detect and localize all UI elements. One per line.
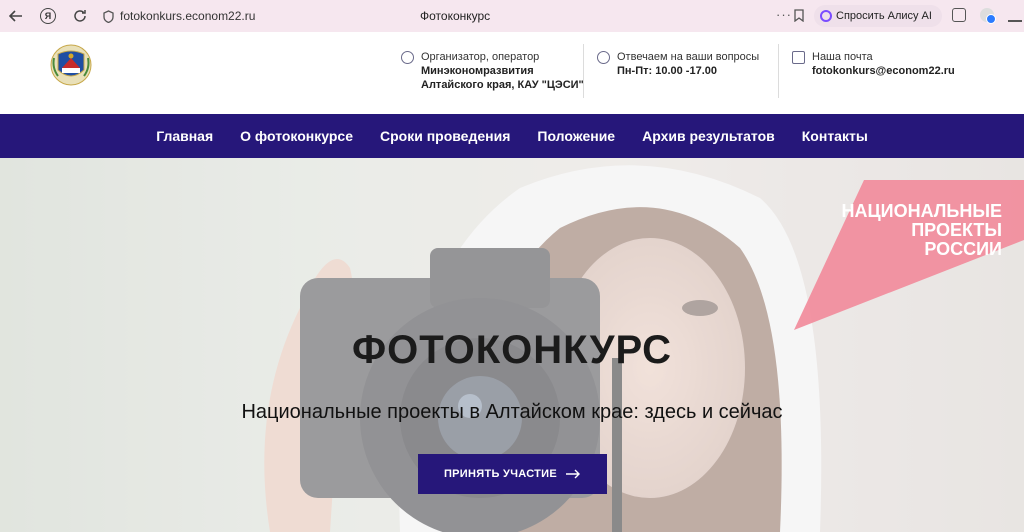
profile-icon[interactable] [980, 8, 996, 24]
nav-item-about[interactable]: О фотоконкурсе [240, 128, 353, 144]
hero-title: ФОТОКОНКУРС [351, 328, 673, 372]
arrow-right-icon [566, 469, 581, 479]
badge-line-3: РОССИИ [924, 239, 1002, 259]
back-button[interactable] [2, 4, 30, 28]
yandex-icon: Я [40, 8, 56, 24]
organizer-line1: Минэкономразвития [421, 65, 534, 77]
clock-icon [597, 51, 610, 64]
mail-title: Наша почта [812, 51, 873, 63]
participate-button[interactable]: ПРИНЯТЬ УЧАСТИЕ [418, 454, 607, 494]
organizer-info: Организатор, оператор Минэкономразвития … [401, 50, 584, 92]
organizer-line2: Алтайского края, КАУ "ЦЭСИ" [421, 79, 584, 91]
nav-item-dates[interactable]: Сроки проведения [380, 128, 510, 144]
more-icon[interactable]: ··· [776, 7, 792, 22]
bookmark-icon[interactable] [794, 9, 804, 25]
download-icon[interactable] [1008, 8, 1022, 22]
mail-info: Наша почта fotokonkurs@econom22.ru [792, 50, 955, 78]
badge-text: НАЦИОНАЛЬНЫЕ ПРОЕКТЫ РОССИИ [842, 202, 1003, 259]
browser-right-icons [952, 8, 1022, 24]
reload-icon [74, 10, 86, 22]
hero-subtitle: Национальные проекты в Алтайском крае: з… [241, 401, 783, 423]
reload-button[interactable] [66, 4, 94, 28]
altai-coat-of-arms-logo[interactable] [50, 44, 92, 86]
arrow-left-icon [9, 10, 22, 22]
extensions-icon[interactable] [952, 8, 966, 22]
yandex-button[interactable]: Я [34, 4, 62, 28]
mail-icon [792, 51, 805, 64]
address-bar[interactable]: fotokonkurs.econom22.ru [120, 9, 420, 23]
nav-item-contacts[interactable]: Контакты [802, 128, 868, 144]
site-header: Организатор, оператор Минэкономразвития … [0, 32, 1024, 114]
alice-icon [820, 10, 832, 22]
badge-line-1: НАЦИОНАЛЬНЫЕ [841, 201, 1003, 221]
header-divider [778, 44, 779, 98]
nav-item-home[interactable]: Главная [156, 128, 213, 144]
browser-toolbar: Я fotokonkurs.econom22.ru Фотоконкурс ··… [0, 0, 1024, 32]
shield-icon [102, 9, 114, 23]
ask-alice-button[interactable]: Спросить Алису AI [814, 5, 942, 27]
header-divider [583, 44, 584, 98]
hours-title: Отвечаем на ваши вопросы [617, 51, 760, 63]
user-icon [401, 51, 414, 64]
nav-item-archive[interactable]: Архив результатов [642, 128, 775, 144]
page-title: Фотоконкурс [420, 9, 491, 23]
badge-line-2: ПРОЕКТЫ [911, 220, 1002, 240]
hours-value: Пн-Пт: 10.00 -17.00 [617, 65, 717, 77]
participate-label: ПРИНЯТЬ УЧАСТИЕ [443, 468, 558, 480]
nav-item-regulations[interactable]: Положение [537, 128, 615, 144]
hero-banner: НАЦИОНАЛЬНЫЕ ПРОЕКТЫ РОССИИ ФОТОКОНКУРС … [0, 158, 1024, 532]
ask-alice-label: Спросить Алису AI [836, 10, 932, 22]
organizer-title: Организатор, оператор [421, 51, 540, 63]
hours-info: Отвечаем на ваши вопросы Пн-Пт: 10.00 -1… [597, 50, 759, 78]
national-projects-badge: НАЦИОНАЛЬНЫЕ ПРОЕКТЫ РОССИИ [794, 180, 1024, 330]
mail-value[interactable]: fotokonkurs@econom22.ru [812, 64, 955, 78]
main-nav: Главная О фотоконкурсе Сроки проведения … [0, 114, 1024, 158]
